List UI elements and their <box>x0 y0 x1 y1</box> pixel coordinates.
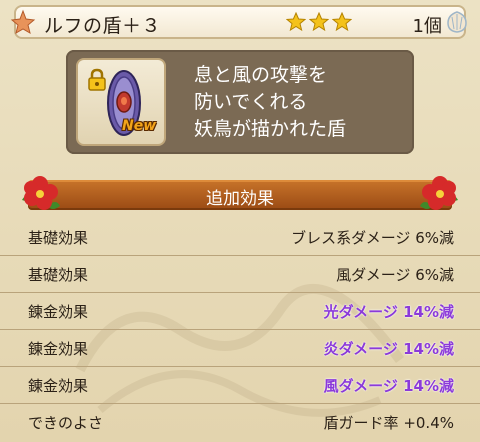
rarity-stars <box>286 12 352 32</box>
item-count: 1個 <box>412 16 442 37</box>
effect-label: 錬金効果 <box>28 340 89 358</box>
effect-label: 基礎効果 <box>28 229 89 247</box>
item-name: ルフの盾＋３ <box>44 15 162 37</box>
shell-icon <box>447 11 467 33</box>
star-icon <box>309 12 329 32</box>
item-description: 息と風の攻撃を 防いでくれる 妖鳥が描かれた盾 <box>194 62 404 143</box>
effect-row: 錬金効果 炎ダメージ 14%減 <box>0 330 480 367</box>
effect-row: 基礎効果 ブレス系ダメージ 6%減 <box>0 219 480 256</box>
effect-value: ブレス系ダメージ 6%減 <box>291 229 454 247</box>
effect-row: できのよさ 盾ガード率 +0.4% <box>0 404 480 441</box>
effect-label: できのよさ <box>28 414 104 432</box>
effect-row: 錬金効果 風ダメージ 14%減 <box>0 367 480 404</box>
effect-row: 錬金効果 光ダメージ 14%減 <box>0 293 480 330</box>
star-icon <box>286 12 306 32</box>
effects-title: 追加効果 <box>206 189 274 209</box>
effect-value: 炎ダメージ 14%減 <box>323 340 454 358</box>
effect-row: 基礎効果 風ダメージ 6%減 <box>0 256 480 293</box>
effects-banner: 追加効果 <box>28 180 452 210</box>
effect-value: 風ダメージ 14%減 <box>323 377 454 395</box>
item-header: ルフの盾＋３ 1個 <box>10 5 467 39</box>
description-line: 息と風の攻撃を <box>194 64 328 86</box>
lock-icon <box>88 68 106 91</box>
hibiscus-flower-icon <box>420 176 458 210</box>
effect-label: 基礎効果 <box>28 266 89 284</box>
new-badge: New <box>122 118 157 134</box>
effect-value: 盾ガード率 +0.4% <box>323 414 454 432</box>
effect-label: 錬金効果 <box>28 303 89 321</box>
effect-value: 風ダメージ 6%減 <box>336 266 454 284</box>
hibiscus-flower-icon <box>22 176 60 210</box>
item-detail-window: ルフの盾＋３ 1個 New 息と風の攻撃を 防いでくれる 妖鳥が描かれた盾 追加… <box>0 0 480 442</box>
description-line: 妖鳥が描かれた盾 <box>194 118 347 140</box>
effect-label: 錬金効果 <box>28 377 89 395</box>
item-info-panel: New 息と風の攻撃を 防いでくれる 妖鳥が描かれた盾 <box>66 50 414 154</box>
description-line: 防いでくれる <box>194 91 308 113</box>
shell-icon <box>10 9 36 35</box>
item-icon-box[interactable]: New <box>76 58 166 146</box>
effect-value: 光ダメージ 14%減 <box>323 303 454 321</box>
effects-list: 基礎効果 ブレス系ダメージ 6%減 基礎効果 風ダメージ 6%減 錬金効果 光ダ… <box>0 219 480 441</box>
star-icon <box>332 12 352 32</box>
